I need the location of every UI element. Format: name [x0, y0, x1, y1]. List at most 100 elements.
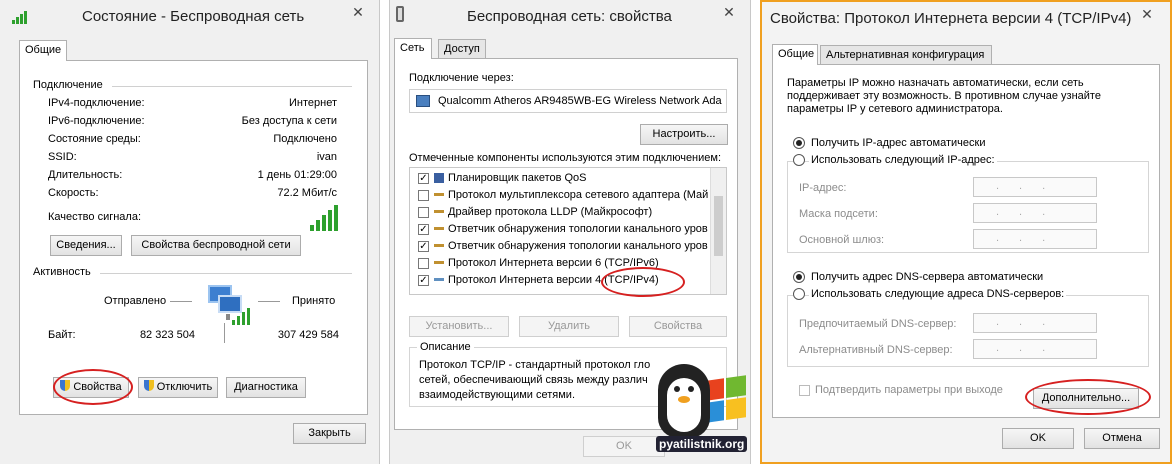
protocol-icon — [434, 227, 444, 230]
row-value: Подключено — [273, 133, 337, 145]
highlight-oval — [53, 369, 133, 405]
subnet-mask-label: Маска подсети: — [799, 208, 878, 220]
window-title: Свойства: Протокол Интернета версии 4 (T… — [770, 10, 1132, 27]
component-checkbox[interactable]: ✓ — [418, 173, 429, 184]
section-connection: Подключение — [33, 79, 103, 91]
connect-via-label: Подключение через: — [409, 72, 514, 84]
dns-auto-label[interactable]: Получить адрес DNS-сервера автоматически — [811, 271, 1043, 283]
wifi-signal-icon — [12, 10, 30, 24]
row-value: ivan — [316, 151, 337, 163]
wireless-status-window: Состояние - Беспроводная сеть ✕ Общие По… — [0, 0, 380, 464]
shield-icon — [143, 380, 154, 391]
component-checkbox[interactable]: ✓ — [418, 224, 429, 235]
general-panel: Подключение IPv4-подключение: Интернет I… — [19, 60, 368, 415]
close-icon[interactable]: ✕ — [343, 2, 373, 22]
network-adapter-icon — [396, 6, 404, 22]
adapter-name: Qualcomm Atheros AR9485WB-EG Wireless Ne… — [438, 95, 722, 107]
row-label: Состояние среды: — [48, 133, 141, 145]
title-bar: Беспроводная сеть: свойства ✕ — [390, 0, 750, 34]
ip-manual-label[interactable]: Использовать следующий IP-адрес: — [809, 154, 997, 166]
tab-general[interactable]: Общие — [772, 44, 818, 65]
signal-quality-label: Качество сигнала: — [48, 211, 142, 223]
row-value: Без доступа к сети — [241, 115, 337, 127]
validate-label: Подтвердить параметры при выходе — [815, 384, 1003, 396]
tab-general[interactable]: Общие — [19, 40, 67, 61]
ip-auto-label[interactable]: Получить IP-адрес автоматически — [811, 137, 985, 149]
tab-access[interactable]: Доступ — [438, 39, 486, 59]
adapter-box: Qualcomm Atheros AR9485WB-EG Wireless Ne… — [409, 89, 727, 113]
ip-manual-radio[interactable] — [793, 154, 805, 166]
bytes-sent: 82 323 504 — [139, 329, 195, 341]
signal-strength-icon — [310, 205, 340, 231]
gateway-field[interactable]: ... — [973, 229, 1097, 249]
dns-manual-radio[interactable] — [793, 288, 805, 300]
window-title: Состояние - Беспроводная сеть — [82, 8, 305, 25]
row-label: IPv4-подключение: — [48, 97, 145, 109]
title-bar: Свойства: Протокол Интернета версии 4 (T… — [762, 2, 1170, 36]
alternate-dns-field[interactable]: ... — [973, 339, 1097, 359]
list-item[interactable]: ✓ Ответчик обнаружения топологии канальн… — [410, 238, 710, 255]
highlight-oval — [1025, 379, 1151, 415]
component-checkbox[interactable] — [418, 207, 429, 218]
list-item[interactable]: ✓ Планировщик пакетов QoS — [410, 170, 710, 187]
tab-network[interactable]: Сеть — [394, 38, 432, 59]
component-checkbox[interactable] — [418, 258, 429, 269]
intro-line: параметры IP у сетевого администратора. — [787, 103, 1003, 115]
details-button[interactable]: Сведения... — [50, 235, 122, 256]
properties-button[interactable]: Свойства — [629, 316, 727, 337]
close-icon[interactable]: ✕ — [1132, 4, 1162, 24]
cancel-button[interactable]: Отмена — [1084, 428, 1160, 449]
penguin-icon — [658, 364, 710, 438]
description-line: взаимодействующими сетями. — [419, 389, 576, 401]
bytes-received: 307 429 584 — [277, 329, 339, 341]
windows-flag-icon — [704, 375, 748, 425]
ip-auto-radio[interactable] — [793, 137, 805, 149]
wireless-properties-button[interactable]: Свойства беспроводной сети — [131, 235, 301, 256]
activity-signal-icon — [232, 307, 254, 325]
penguin-logo-watermark: pyatilistnik.org — [650, 360, 758, 460]
component-checkbox[interactable]: ✓ — [418, 275, 429, 286]
list-item[interactable]: Драйвер протокола LLDP (Майкрософт) — [410, 204, 710, 221]
sent-label: Отправлено — [104, 295, 167, 307]
disable-button[interactable]: Отключить — [138, 377, 218, 398]
diagnose-button[interactable]: Диагностика — [226, 377, 306, 398]
bytes-label: Байт: — [48, 329, 76, 341]
ok-button[interactable]: OK — [1002, 428, 1074, 449]
row-value: Интернет — [289, 97, 337, 109]
ip-address-label: IP-адрес: — [799, 182, 847, 194]
description-line: сетей, обеспечивающий связь между различ — [419, 374, 648, 386]
qos-icon — [434, 173, 444, 183]
list-item[interactable]: Протокол мультиплексора сетевого адаптер… — [410, 187, 710, 204]
close-button[interactable]: Закрыть — [293, 423, 366, 444]
component-checkbox[interactable] — [418, 190, 429, 201]
highlight-oval — [601, 267, 685, 297]
title-bar: Состояние - Беспроводная сеть ✕ — [0, 0, 379, 34]
tab-alternate-config[interactable]: Альтернативная конфигурация — [820, 45, 992, 65]
close-icon[interactable]: ✕ — [714, 2, 744, 22]
dns-manual-label[interactable]: Использовать следующие адреса DNS-сервер… — [809, 288, 1067, 300]
watermark-text: pyatilistnik.org — [656, 436, 748, 452]
install-button[interactable]: Установить... — [409, 316, 509, 337]
gateway-label: Основной шлюз: — [799, 234, 885, 246]
received-label: Принято — [292, 295, 336, 307]
row-label: Длительность: — [48, 169, 123, 181]
row-label: Скорость: — [48, 187, 99, 199]
protocol-icon — [434, 261, 444, 264]
validate-checkbox[interactable] — [799, 385, 810, 396]
dns-auto-radio[interactable] — [793, 271, 805, 283]
list-scrollbar[interactable] — [710, 168, 726, 294]
remove-button[interactable]: Удалить — [519, 316, 619, 337]
section-activity: Активность — [33, 266, 91, 278]
subnet-mask-field[interactable]: ... — [973, 203, 1097, 223]
preferred-dns-label: Предпочитаемый DNS-сервер: — [799, 318, 957, 330]
configure-button[interactable]: Настроить... — [640, 124, 728, 145]
component-checkbox[interactable]: ✓ — [418, 241, 429, 252]
list-item[interactable]: ✓ Ответчик обнаружения топологии канальн… — [410, 221, 710, 238]
preferred-dns-field[interactable]: ... — [973, 313, 1097, 333]
ipv4-properties-window: Свойства: Протокол Интернета версии 4 (T… — [760, 0, 1172, 464]
protocol-icon — [434, 278, 444, 281]
intro-line: поддерживает эту возможность. В противно… — [787, 90, 1101, 102]
ip-address-field[interactable]: ... — [973, 177, 1097, 197]
components-label: Отмеченные компоненты используются этим … — [409, 152, 722, 164]
general-panel: Параметры IP можно назначать автоматичес… — [772, 64, 1160, 418]
